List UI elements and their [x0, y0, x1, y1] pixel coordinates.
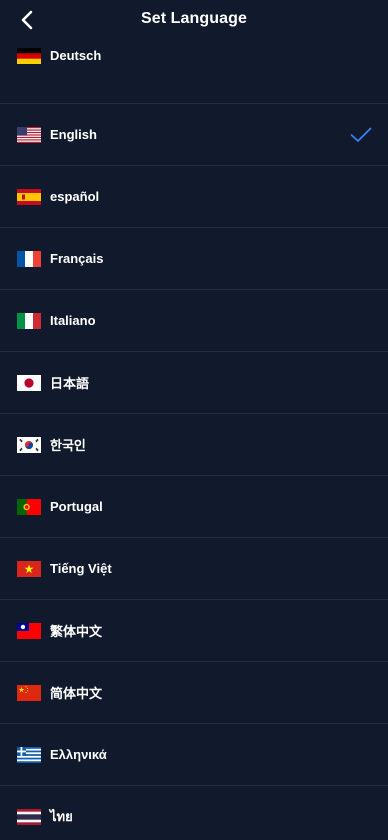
language-label: español: [50, 189, 100, 204]
language-item-traditional-chinese[interactable]: 繁体中文: [0, 600, 388, 662]
china-flag-icon: [17, 684, 41, 701]
language-label: Italiano: [50, 313, 96, 328]
language-label: Français: [50, 251, 104, 266]
language-item-deutsch[interactable]: Deutsch: [0, 38, 388, 104]
language-screen: Set Language Deutsch English español Fra…: [0, 0, 388, 840]
language-item-espanol[interactable]: español: [0, 166, 388, 228]
language-item-japanese[interactable]: 日本語: [0, 352, 388, 414]
vietnam-flag-icon: [17, 560, 41, 577]
germany-flag-icon: [17, 47, 41, 64]
greece-flag-icon: [17, 746, 41, 763]
spain-flag-icon: [17, 188, 41, 205]
thailand-flag-icon: [17, 808, 41, 825]
france-flag-icon: [17, 250, 41, 267]
language-label: Ελληνικά: [50, 747, 107, 762]
language-item-greek[interactable]: Ελληνικά: [0, 724, 388, 786]
language-label: Tiếng Việt: [50, 561, 112, 576]
checkmark-icon: [350, 127, 372, 142]
language-item-italiano[interactable]: Italiano: [0, 290, 388, 352]
italy-flag-icon: [17, 312, 41, 329]
language-label: English: [50, 127, 97, 142]
usa-flag-icon: [17, 126, 41, 143]
language-item-thai[interactable]: ไทย: [0, 786, 388, 840]
language-label: ไทย: [50, 809, 73, 824]
japan-flag-icon: [17, 374, 41, 391]
language-item-korean[interactable]: 한국인: [0, 414, 388, 476]
portugal-flag-icon: [17, 498, 41, 515]
language-list: Deutsch English español Français Italian…: [0, 38, 388, 840]
language-item-english[interactable]: English: [0, 104, 388, 166]
language-label: Deutsch: [50, 48, 102, 63]
language-item-vietnamese[interactable]: Tiếng Việt: [0, 538, 388, 600]
taiwan-flag-icon: [17, 622, 41, 639]
language-item-simplified-chinese[interactable]: 简体中文: [0, 662, 388, 724]
language-item-portugal[interactable]: Portugal: [0, 476, 388, 538]
language-label: Portugal: [50, 499, 103, 514]
language-item-francais[interactable]: Français: [0, 228, 388, 290]
language-label: 简体中文: [50, 686, 103, 701]
korea-flag-icon: [17, 436, 41, 453]
language-label: 한국인: [50, 438, 86, 453]
header: Set Language: [0, 0, 388, 38]
language-label: 繁体中文: [50, 624, 103, 639]
page-title: Set Language: [140, 10, 248, 27]
language-label: 日本語: [50, 376, 90, 391]
